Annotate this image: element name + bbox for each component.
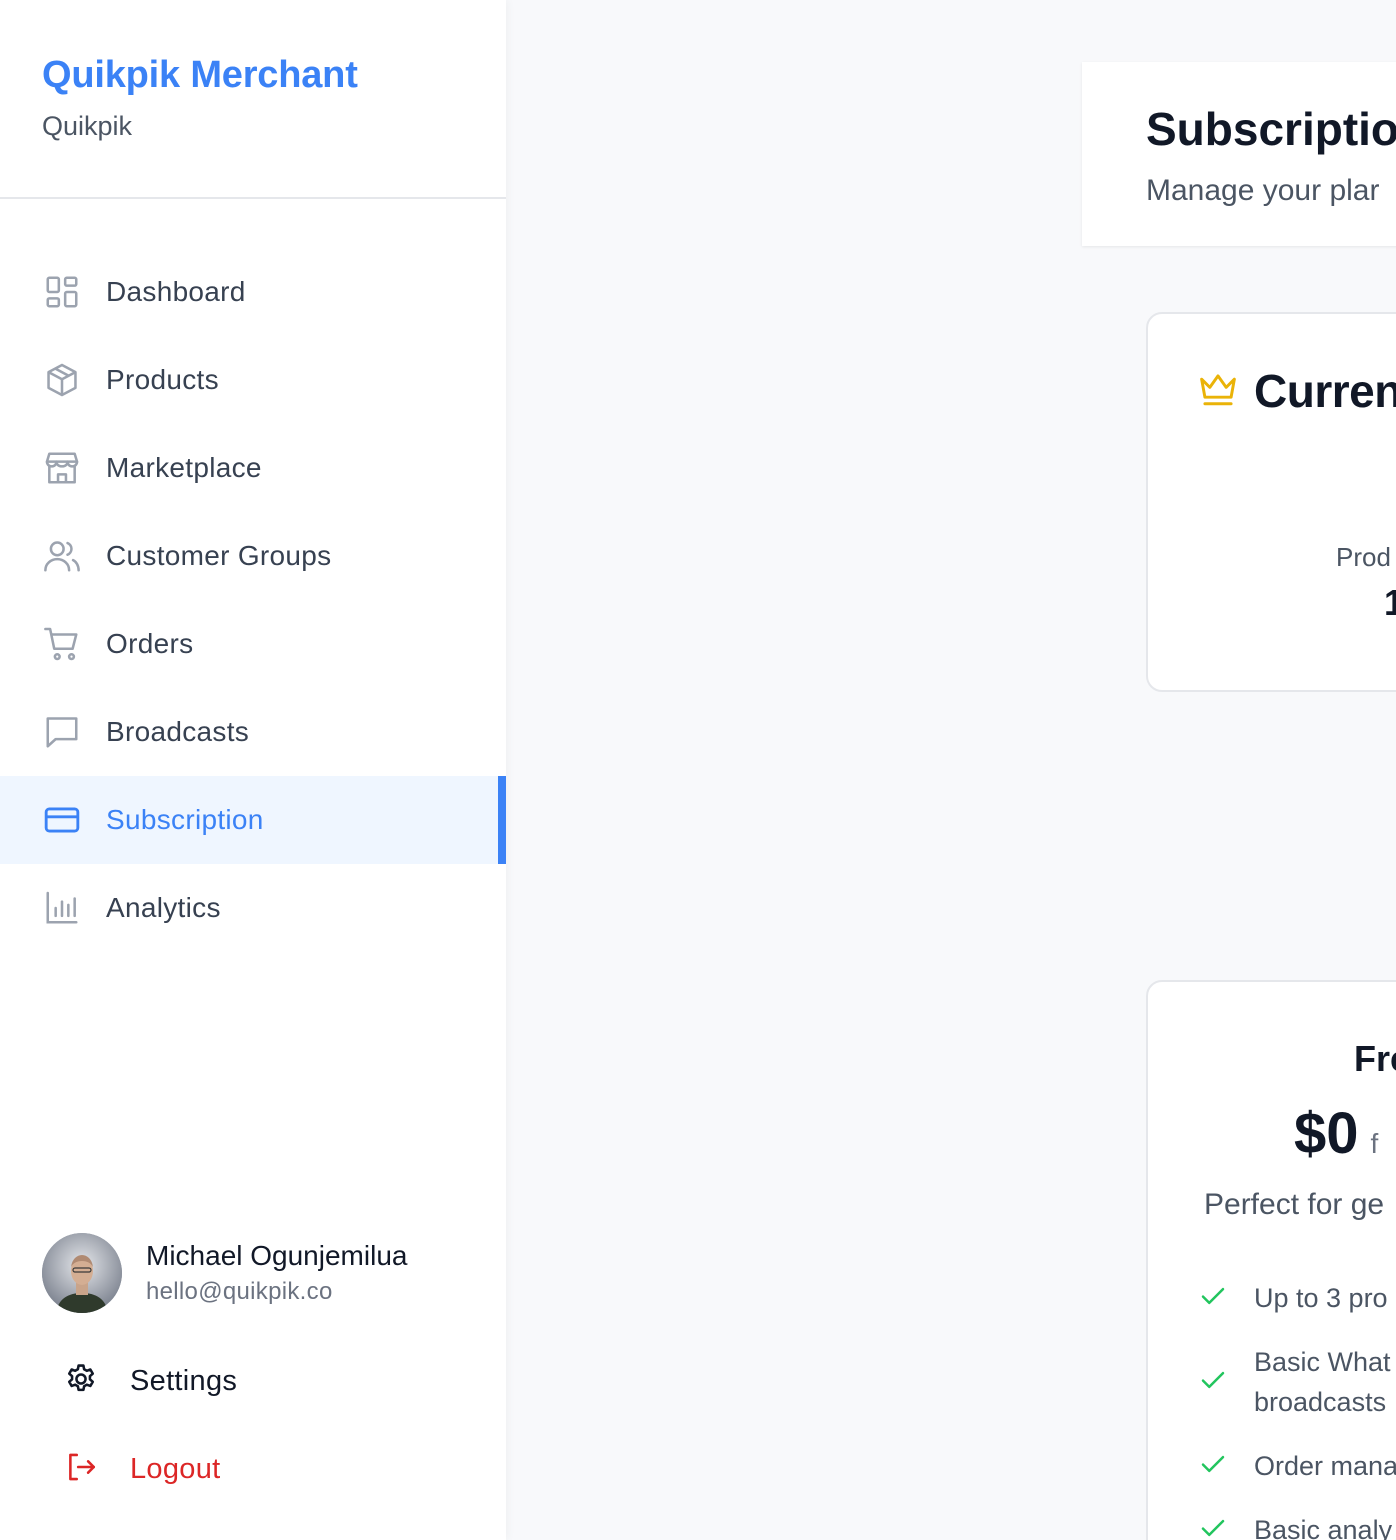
app-root: Quikpik Merchant Quikpik Dashboard Produ…: [0, 0, 1396, 1540]
users-icon: [42, 536, 82, 576]
package-icon: [42, 360, 82, 400]
usage-stat-value: 1: [1384, 582, 1396, 624]
plan-price-period: f: [1370, 1128, 1379, 1159]
sidebar-item-analytics[interactable]: Analytics: [0, 864, 506, 952]
user-info: Michael Ogunjemilua hello@quikpik.co: [146, 1239, 407, 1307]
crown-icon: [1198, 371, 1238, 412]
sidebar-item-products[interactable]: Products: [0, 336, 506, 424]
logout-icon: [64, 1450, 98, 1489]
sidebar-item-orders[interactable]: Orders: [0, 600, 506, 688]
plan-feature: Basic What broadcasts: [1198, 1342, 1391, 1422]
user-email: hello@quikpik.co: [146, 1278, 333, 1305]
user-name: Michael Ogunjemilua: [146, 1240, 408, 1271]
sidebar-item-label: Orders: [106, 628, 194, 659]
sidebar-item-label: Products: [106, 364, 219, 395]
sidebar-item-label: Analytics: [106, 892, 221, 923]
plan-feature-line: broadcasts: [1254, 1387, 1387, 1417]
settings-label: Settings: [130, 1365, 238, 1397]
page-subtitle: Manage your plar: [1146, 174, 1380, 207]
plan-feature: Order mana: [1198, 1446, 1396, 1486]
plan-description: Perfect for ge: [1204, 1188, 1385, 1221]
sidebar-item-marketplace[interactable]: Marketplace: [0, 424, 506, 512]
brand-header: Quikpik Merchant Quikpik: [0, 0, 506, 199]
current-plan-card: Curren Prod 1: [1146, 312, 1396, 692]
plan-name: Fre: [1354, 1038, 1396, 1079]
cart-icon: [42, 624, 82, 664]
sidebar-item-label: Subscription: [106, 804, 264, 835]
sidebar: Quikpik Merchant Quikpik Dashboard Produ…: [0, 0, 506, 1540]
current-plan-header: Curren: [1198, 364, 1396, 418]
brand-subtitle: Quikpik: [42, 111, 133, 141]
plan-feature-text: Basic What broadcasts: [1254, 1342, 1391, 1422]
plan-price-amount: $0: [1294, 1101, 1359, 1166]
store-icon: [42, 448, 82, 488]
plan-card-free[interactable]: Fre $0 f Perfect for ge Up to 3 pro Basic…: [1146, 980, 1396, 1540]
logout-link[interactable]: Logout: [64, 1450, 221, 1489]
bar-chart-icon: [42, 888, 82, 928]
check-icon: [1198, 1449, 1228, 1484]
sidebar-item-label: Dashboard: [106, 276, 246, 307]
sidebar-item-label: Marketplace: [106, 452, 262, 483]
plan-feature: Up to 3 pro: [1198, 1278, 1388, 1318]
plan-feature-text: Basic analy: [1254, 1515, 1393, 1540]
sidebar-nav: Dashboard Products Marketplace Customer …: [0, 248, 506, 952]
plan-price: $0 f: [1294, 1100, 1378, 1167]
usage-stat-label: Prod: [1336, 542, 1391, 572]
sidebar-item-customer-groups[interactable]: Customer Groups: [0, 512, 506, 600]
check-icon: [1198, 1513, 1228, 1540]
check-icon: [1198, 1281, 1228, 1316]
sidebar-item-subscription[interactable]: Subscription: [0, 776, 506, 864]
sidebar-item-label: Broadcasts: [106, 716, 250, 747]
current-plan-title: Curren: [1254, 365, 1396, 417]
message-icon: [42, 712, 82, 752]
sidebar-item-broadcasts[interactable]: Broadcasts: [0, 688, 506, 776]
settings-link[interactable]: Settings: [64, 1362, 237, 1401]
plan-feature-text: Order mana: [1254, 1451, 1396, 1481]
gear-icon: [64, 1362, 98, 1401]
credit-card-icon: [42, 800, 82, 840]
sidebar-item-dashboard[interactable]: Dashboard: [0, 248, 506, 336]
brand-title[interactable]: Quikpik Merchant: [42, 52, 506, 98]
plan-feature-line: Basic What: [1254, 1347, 1391, 1377]
sidebar-item-label: Customer Groups: [106, 540, 332, 571]
plan-feature: Basic analy: [1198, 1510, 1392, 1540]
user-profile[interactable]: Michael Ogunjemilua hello@quikpik.co: [42, 1233, 407, 1313]
avatar[interactable]: [42, 1233, 122, 1313]
check-icon: [1198, 1365, 1228, 1400]
page-title: Subscriptio: [1146, 103, 1396, 155]
plan-feature-text: Up to 3 pro: [1254, 1283, 1388, 1313]
page-header: Subscriptio Manage your plar: [1082, 62, 1396, 246]
dashboard-icon: [42, 272, 82, 312]
logout-label: Logout: [130, 1453, 221, 1485]
